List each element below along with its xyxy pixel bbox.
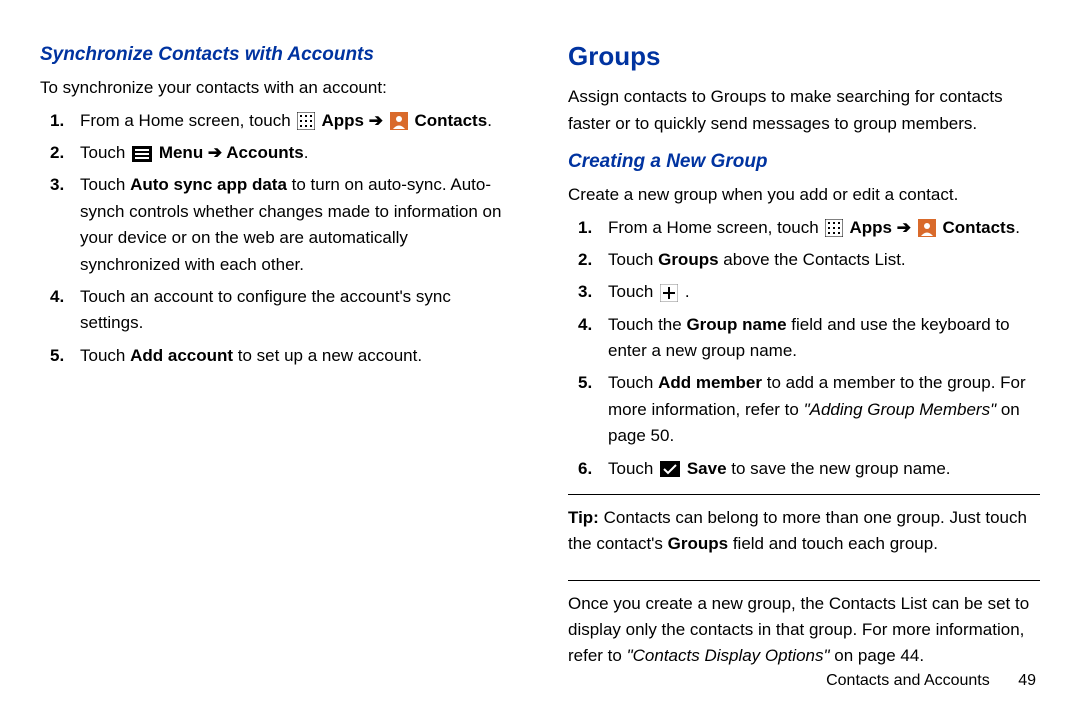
step-text: to save the new group name.: [727, 459, 951, 478]
list-item: Touch Menu ➔ Accounts.: [40, 140, 512, 166]
add-member-label: Add member: [658, 373, 762, 392]
page-footer: Contacts and Accounts 49: [826, 669, 1036, 694]
page-number: 49: [1018, 669, 1036, 694]
display-options-ref: "Contacts Display Options": [627, 646, 830, 665]
step-text: .: [1015, 218, 1020, 237]
plus-icon: [660, 284, 678, 302]
step-text: above the Contacts List.: [719, 250, 906, 269]
contacts-label: Contacts: [410, 111, 487, 130]
sync-heading: Synchronize Contacts with Accounts: [40, 40, 512, 69]
tip-block: Tip: Contacts can belong to more than on…: [568, 505, 1040, 568]
left-column: Synchronize Contacts with Accounts To sy…: [40, 30, 512, 720]
check-icon: [660, 461, 680, 477]
creating-group-intro: Create a new group when you add or edit …: [568, 182, 1040, 208]
list-item: Touch Groups above the Contacts List.: [568, 247, 1040, 273]
step-text: Touch: [608, 250, 658, 269]
menu-accounts-label: Menu ➔ Accounts: [154, 143, 304, 162]
step-text: Touch: [80, 143, 130, 162]
step-text: to set up a new account.: [233, 346, 422, 365]
list-item: Touch Add member to add a member to the …: [568, 370, 1040, 449]
list-item: Touch the Group name field and use the k…: [568, 312, 1040, 365]
contacts-label: Contacts: [938, 218, 1015, 237]
menu-icon: [132, 146, 152, 162]
groups-intro: Assign contacts to Groups to make search…: [568, 84, 1040, 137]
save-label: Save: [687, 459, 727, 478]
body-text: on page 44.: [830, 646, 925, 665]
tip-text: field and touch each group.: [728, 534, 938, 553]
footer-section: Contacts and Accounts: [826, 672, 990, 689]
list-item: Touch Save to save the new group name.: [568, 456, 1040, 482]
step-text: Touch: [608, 282, 658, 301]
step-text: .: [487, 111, 492, 130]
auto-sync-label: Auto sync app data: [130, 175, 287, 194]
list-item: From a Home screen, touch Apps ➔ Contact…: [40, 108, 512, 134]
sync-intro: To synchronize your contacts with an acc…: [40, 75, 512, 101]
step-text: From a Home screen, touch: [80, 111, 295, 130]
tip-label: Tip:: [568, 508, 599, 527]
step-text: Touch: [608, 373, 658, 392]
add-account-label: Add account: [130, 346, 233, 365]
apps-grid-icon: [825, 219, 843, 237]
contacts-icon: [390, 112, 408, 130]
step-text: Touch the: [608, 315, 686, 334]
apps-label: Apps ➔: [845, 218, 915, 237]
list-item: Touch an account to configure the accoun…: [40, 284, 512, 337]
after-tip-text: Once you create a new group, the Contact…: [568, 591, 1040, 670]
groups-field-label: Groups: [668, 534, 728, 553]
apps-grid-icon: [297, 112, 315, 130]
right-column: Groups Assign contacts to Groups to make…: [568, 30, 1040, 720]
step-text: From a Home screen, touch: [608, 218, 823, 237]
groups-label: Groups: [658, 250, 718, 269]
list-item: Touch Add account to set up a new accoun…: [40, 343, 512, 369]
list-item: Touch .: [568, 279, 1040, 305]
step-text: Touch: [80, 346, 130, 365]
list-item: Touch Auto sync app data to turn on auto…: [40, 172, 512, 277]
list-item: From a Home screen, touch Apps ➔ Contact…: [568, 215, 1040, 241]
divider: [568, 580, 1040, 581]
contacts-icon: [918, 219, 936, 237]
step-text: .: [304, 143, 309, 162]
creating-group-heading: Creating a New Group: [568, 147, 1040, 176]
group-name-label: Group name: [686, 315, 786, 334]
divider: [568, 494, 1040, 495]
apps-label: Apps ➔: [317, 111, 387, 130]
adding-members-ref: "Adding Group Members": [804, 400, 997, 419]
sync-steps: From a Home screen, touch Apps ➔ Contact…: [40, 108, 512, 369]
group-steps: From a Home screen, touch Apps ➔ Contact…: [568, 215, 1040, 482]
groups-heading: Groups: [568, 36, 1040, 76]
step-text: Touch: [608, 459, 658, 478]
step-text: Touch: [80, 175, 130, 194]
step-text: Touch an account to configure the accoun…: [80, 287, 451, 332]
step-text: .: [680, 282, 689, 301]
